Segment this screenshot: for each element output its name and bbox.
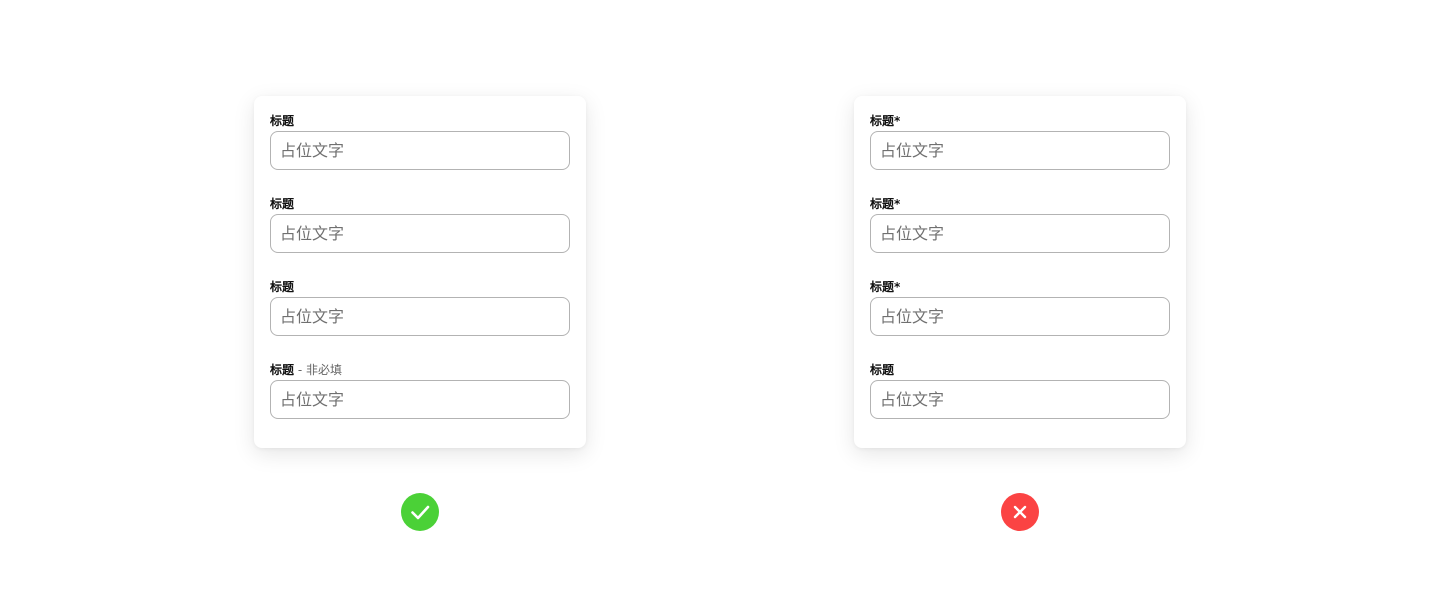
field-label-text: 标题* — [870, 280, 901, 294]
text-input[interactable] — [270, 131, 570, 170]
text-input[interactable] — [270, 380, 570, 419]
text-input[interactable] — [270, 297, 570, 336]
text-input[interactable] — [870, 380, 1170, 419]
text-input[interactable] — [870, 131, 1170, 170]
field-label: 标题* — [870, 196, 900, 212]
text-input[interactable] — [870, 214, 1170, 253]
field-label-text: 标题* — [870, 114, 901, 128]
field-label: 标题 — [270, 196, 294, 212]
field-label-text: 标题* — [870, 197, 901, 211]
field-label: 标题* — [870, 279, 900, 295]
field-label: 标题 — [270, 113, 294, 129]
field-label: 标题* — [870, 113, 900, 129]
correct-badge — [401, 493, 439, 531]
incorrect-badge — [1001, 493, 1039, 531]
field-label-text: 标题 — [270, 197, 295, 211]
field-label-text: 标题 — [270, 363, 295, 377]
optional-note: - 非必填 — [294, 363, 342, 377]
field-label-text: 标题 — [870, 363, 895, 377]
text-input[interactable] — [270, 214, 570, 253]
bad-example-form-card: 标题* 标题* 标题* 标题 — [854, 96, 1186, 448]
field-label: 标题 — [870, 362, 894, 378]
checkmark-icon — [411, 505, 430, 520]
good-example-form-card: 标题 标题 标题 标题 - 非必填 — [254, 96, 586, 448]
text-input[interactable] — [870, 297, 1170, 336]
field-label-text: 标题 — [270, 114, 295, 128]
field-label-text: 标题 — [270, 280, 295, 294]
field-label: 标题 — [270, 279, 294, 295]
close-icon — [1013, 505, 1027, 519]
field-label: 标题 - 非必填 — [270, 362, 342, 378]
